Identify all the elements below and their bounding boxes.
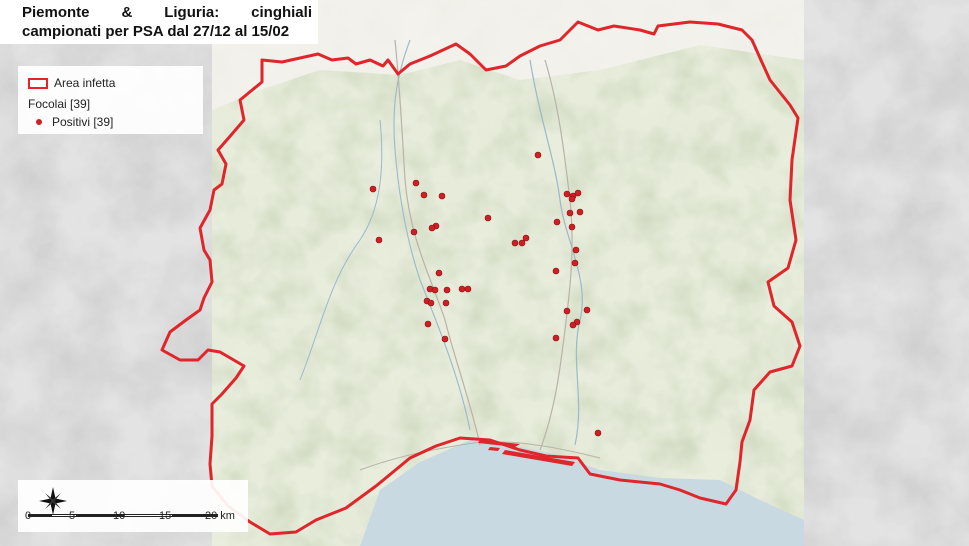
scale-tick-0: 0 [25,510,32,522]
positive-point[interactable] [443,286,451,294]
positive-point[interactable] [369,185,377,193]
positive-point[interactable] [427,299,435,307]
positive-point[interactable] [566,209,574,217]
positive-point[interactable] [435,269,443,277]
positive-point[interactable] [484,214,492,222]
positive-point[interactable] [552,334,560,342]
positive-point[interactable] [522,234,530,242]
positive-point[interactable] [442,299,450,307]
scale-tick-15: 15 [159,510,172,522]
positive-point[interactable] [428,224,436,232]
legend-positive-label: Positivi [39] [52,115,114,129]
positive-point[interactable] [569,321,577,329]
north-arrow-compass-icon [39,487,67,515]
legend-area-swatch-icon [28,77,48,89]
positive-point[interactable] [438,192,446,200]
map-title-line-2: campionati per PSA dal 27/12 al 15/02 [22,23,290,40]
positive-point[interactable] [534,151,542,159]
positive-point[interactable] [410,228,418,236]
positive-point[interactable] [563,307,571,315]
positive-point[interactable] [420,191,428,199]
map-canvas[interactable]: Piemonte & Liguria: cinghiali campionati… [0,0,969,546]
legend-row-group: Focolai [39] [28,97,90,111]
positive-point[interactable] [571,259,579,267]
positive-point[interactable] [572,246,580,254]
scale-tick-20: 20 km [205,510,235,522]
positive-point[interactable] [412,179,420,187]
legend-group-label: Focolai [39] [28,97,91,111]
positive-point[interactable] [583,306,591,314]
positive-point[interactable] [594,429,602,437]
positive-point[interactable] [576,208,584,216]
positive-point[interactable] [464,285,472,293]
positive-point[interactable] [518,239,526,247]
scale-box: 0 5 10 15 20 km [18,480,248,532]
positive-point[interactable] [563,190,571,198]
scale-tick-10: 10 [113,510,126,522]
scale-tick-5: 5 [69,510,76,522]
positive-point[interactable] [511,239,519,247]
map-title: Piemonte & Liguria: cinghiali campionati… [0,0,318,44]
positive-point[interactable] [441,335,449,343]
legend: Area infetta Focolai [39] Positivi [39] [18,66,203,134]
positive-point[interactable] [458,285,466,293]
legend-row-area: Area infetta [28,76,115,90]
map-title-line-1: Piemonte & Liguria: cinghiali [22,4,312,21]
positive-point[interactable] [568,195,576,203]
positive-point[interactable] [553,218,561,226]
positive-point[interactable] [574,189,582,197]
positive-point[interactable] [424,320,432,328]
positive-point[interactable] [375,236,383,244]
positive-point[interactable] [431,286,439,294]
legend-area-label: Area infetta [54,76,116,90]
legend-row-positive: Positivi [39] [28,115,113,129]
positive-point[interactable] [568,223,576,231]
positive-point[interactable] [552,267,560,275]
legend-positive-dot-icon [36,119,42,125]
